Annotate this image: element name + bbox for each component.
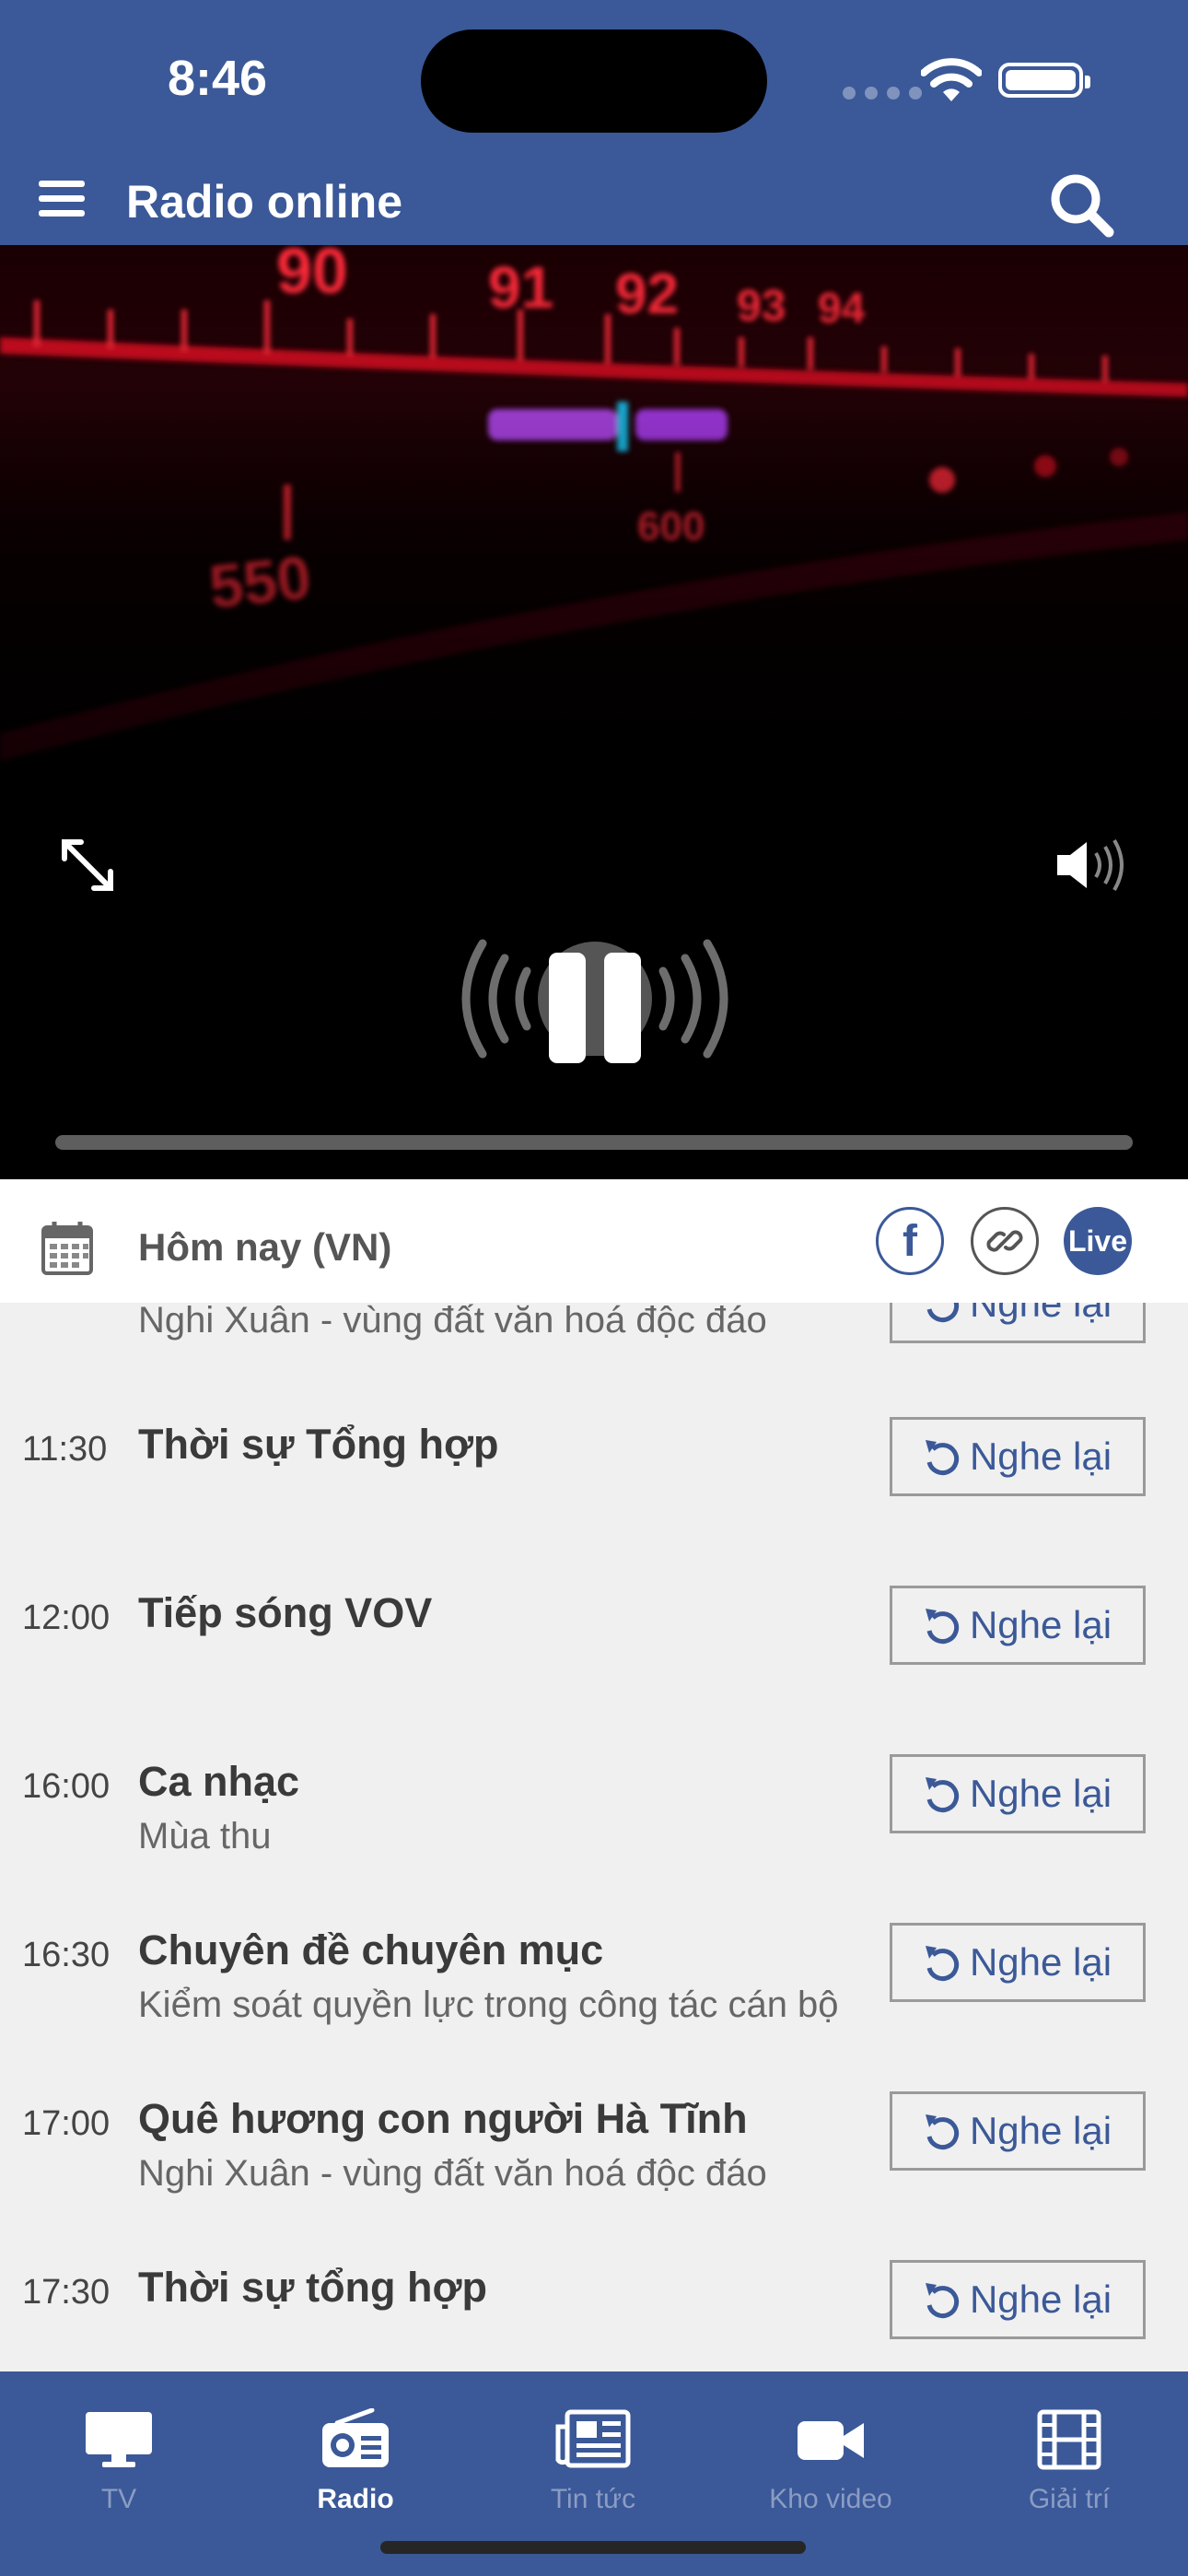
replay-button[interactable]: Nghe lại <box>890 2260 1146 2339</box>
replay-icon <box>925 1946 960 1982</box>
program-description: Nghi Xuân - vùng đất văn hoá độc đáo <box>138 2153 767 2194</box>
home-indicator <box>380 2541 806 2554</box>
program-time: 17:00 <box>22 2104 111 2143</box>
replay-label: Nghe lại <box>969 2277 1112 2321</box>
program-time: 16:30 <box>22 1936 111 1974</box>
facebook-letter: f <box>903 1216 917 1266</box>
tab-label: Giải trí <box>1028 2484 1111 2514</box>
tab-tv[interactable]: TV <box>27 2408 211 2515</box>
status-time: 8:46 <box>168 51 268 106</box>
newspaper-icon <box>555 2409 631 2468</box>
search-icon[interactable] <box>1048 171 1116 244</box>
program-time: 12:00 <box>22 1598 111 1637</box>
replay-button[interactable]: Nghe lại <box>890 2091 1146 2171</box>
replay-button[interactable]: Nghe lại <box>890 1923 1146 2002</box>
tab-label: Tin tức <box>550 2484 636 2514</box>
live-button[interactable]: Live <box>1064 1207 1132 1275</box>
progress-bar[interactable] <box>55 1135 1133 1150</box>
tab-label: Radio <box>317 2484 394 2514</box>
program-description: Nghi Xuân - vùng đất văn hoá độc đáo <box>138 1303 767 1341</box>
replay-label: Nghe lại <box>969 1603 1112 1646</box>
replay-label: Nghe lại <box>969 1434 1112 1478</box>
tab-label: TV <box>100 2484 137 2514</box>
tv-icon <box>86 2412 152 2467</box>
replay-button[interactable]: Nghe lại <box>890 1417 1146 1496</box>
radio-dial-artwork: 90 91 92 93 94 550 600 <box>0 245 1188 803</box>
live-label: Live <box>1067 1224 1128 1258</box>
battery-icon <box>998 63 1090 98</box>
facebook-share-icon[interactable]: f <box>876 1207 944 1275</box>
replay-icon <box>925 1609 960 1645</box>
replay-label: Nghe lại <box>969 1772 1112 1815</box>
replay-icon <box>926 1303 960 1323</box>
page-title: Radio online <box>126 176 402 228</box>
program-description: Kiểm soát quyền lực trong công tác cán b… <box>138 1985 839 2025</box>
program-time: 11:30 <box>22 1430 108 1469</box>
program-title: Tiếp sóng VOV <box>138 1589 433 1636</box>
program-title: Quê hương con người Hà Tĩnh <box>138 2095 748 2142</box>
replay-label: Nghe lại <box>969 1303 1112 1325</box>
tab-radio[interactable]: Radio <box>263 2408 448 2515</box>
program-time: 16:00 <box>22 1767 111 1806</box>
calendar-icon[interactable] <box>41 1220 94 1282</box>
program-schedule-list: Nghi Xuân - vùng đất văn hoá độc đáo Ngh… <box>0 1303 1188 2371</box>
replay-icon <box>925 1440 960 1476</box>
tab-entertainment[interactable]: Giải trí <box>977 2408 1161 2515</box>
program-title: Chuyên đề chuyên mục <box>138 1926 604 1973</box>
replay-label: Nghe lại <box>969 2109 1112 2152</box>
tab-label: Kho video <box>769 2484 892 2514</box>
replay-icon <box>925 2283 960 2319</box>
program-time: 17:30 <box>22 2273 111 2312</box>
replay-icon <box>925 2114 960 2150</box>
film-icon <box>1037 2409 1101 2470</box>
program-title: Thời sự Tổng hợp <box>138 1421 499 1468</box>
tab-news[interactable]: Tin tức <box>501 2408 685 2515</box>
dynamic-island <box>421 29 767 133</box>
replay-label: Nghe lại <box>969 1940 1112 1984</box>
radio-player[interactable]: 90 91 92 93 94 550 600 <box>0 245 1188 1179</box>
program-title: Ca nhạc <box>138 1758 300 1805</box>
wifi-icon <box>920 57 983 108</box>
pause-button[interactable] <box>438 918 751 1088</box>
program-title: Thời sự tổng hợp <box>138 2264 488 2311</box>
replay-button[interactable]: Nghe lại <box>890 1303 1146 1343</box>
program-description: Mùa thu <box>138 1816 272 1856</box>
menu-icon[interactable] <box>39 181 87 217</box>
fullscreen-icon[interactable] <box>57 835 118 900</box>
replay-icon <box>925 1777 960 1813</box>
link-icon[interactable] <box>971 1207 1039 1275</box>
date-label[interactable]: Hôm nay (VN) <box>138 1225 391 1270</box>
tab-video-library[interactable]: Kho video <box>739 2408 923 2515</box>
video-camera-icon <box>798 2421 864 2460</box>
radio-icon <box>322 2408 389 2467</box>
replay-button[interactable]: Nghe lại <box>890 1754 1146 1833</box>
volume-icon[interactable] <box>1054 835 1135 900</box>
cellular-signal-icon <box>843 87 922 100</box>
replay-button[interactable]: Nghe lại <box>890 1586 1146 1665</box>
